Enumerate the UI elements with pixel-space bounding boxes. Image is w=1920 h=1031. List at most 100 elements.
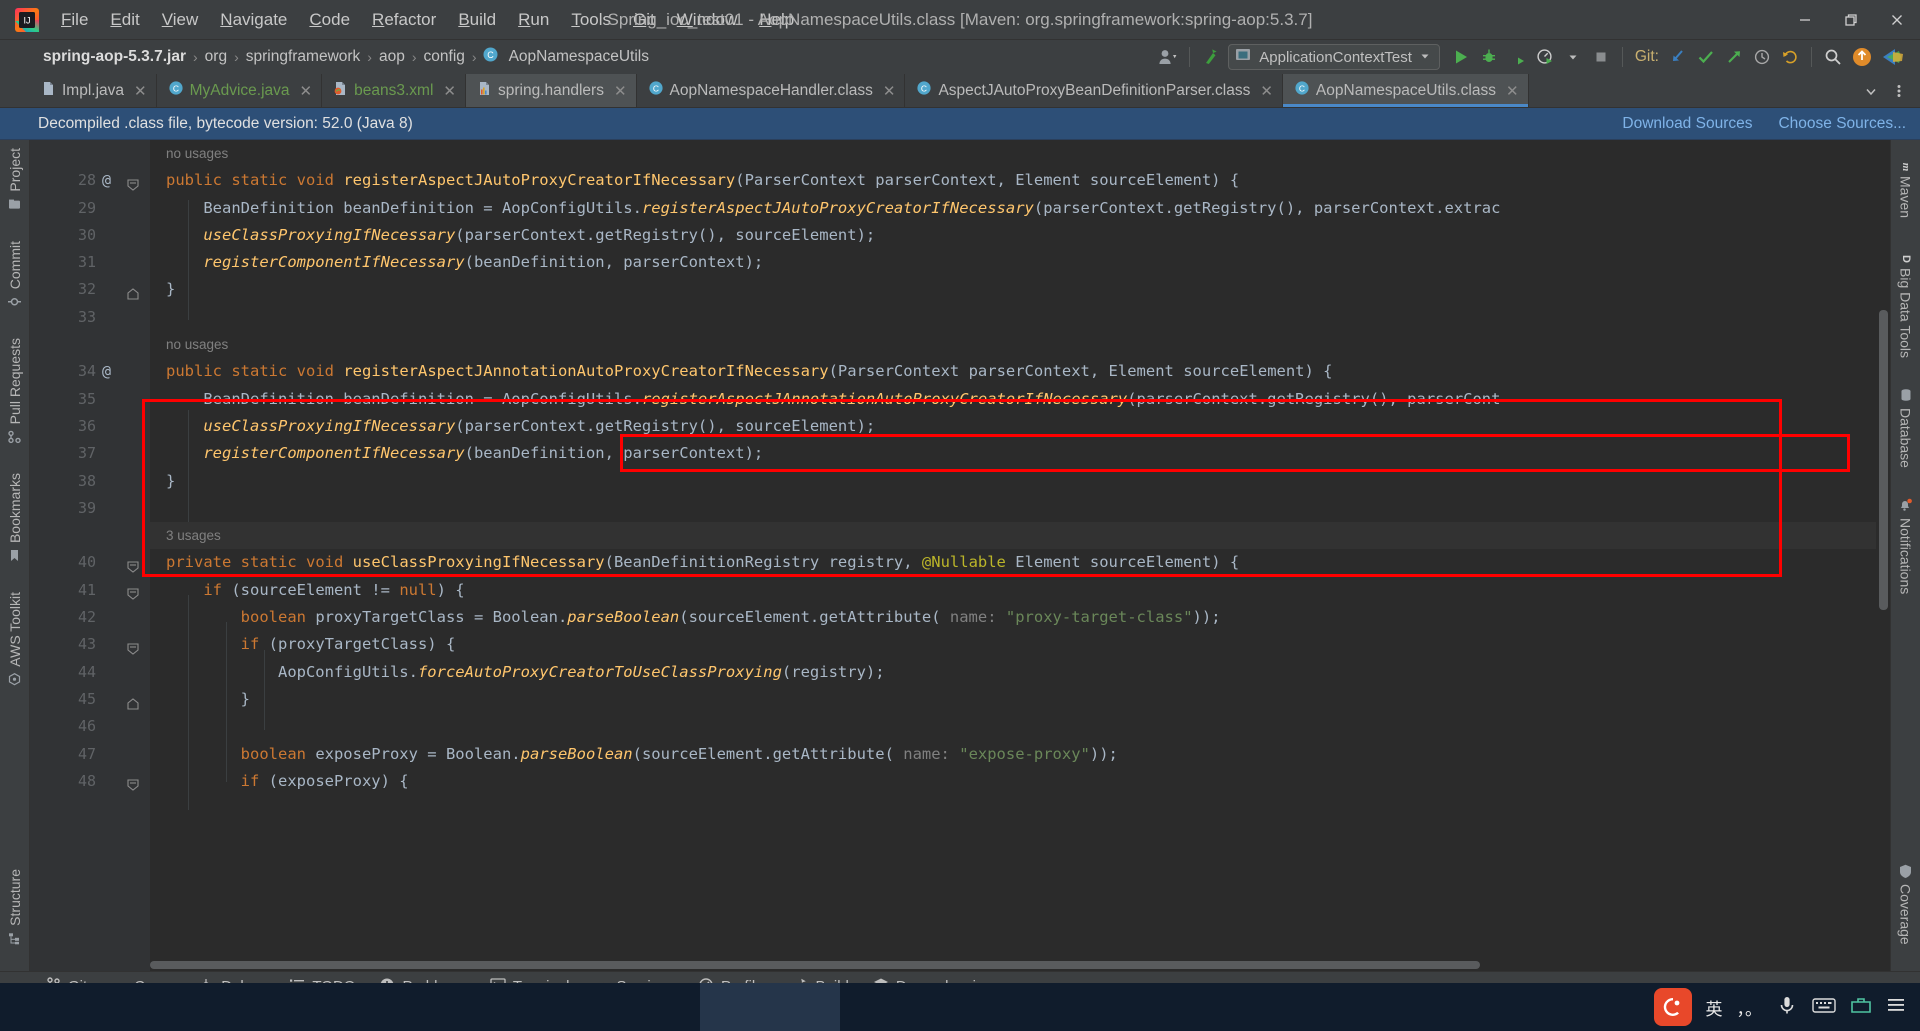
user-avatar-icon[interactable] (1155, 44, 1181, 70)
code-line-text[interactable]: registerComponentIfNecessary(beanDefinit… (166, 440, 763, 467)
sidebar-item-maven[interactable]: m Maven (1898, 148, 1914, 226)
menu-item-window[interactable]: Window (666, 6, 748, 34)
code-line-text[interactable]: boolean exposeProxy = Boolean.parseBoole… (166, 741, 1118, 768)
run-icon[interactable] (1448, 44, 1474, 70)
sidebar-item-project[interactable]: Project (7, 140, 23, 219)
code-fold-toggle[interactable] (126, 774, 140, 792)
maximize-button[interactable] (1828, 0, 1874, 40)
editor-tab-beans3-xml[interactable]: beans3.xml ✕ (322, 74, 466, 107)
ime-punctuation-indicator[interactable]: ，。 (1737, 995, 1763, 1020)
editor-line[interactable]: 33 (30, 304, 1890, 331)
taskbar-item[interactable] (140, 983, 280, 1031)
code-line-text[interactable]: public static void registerAspectJAnnota… (166, 358, 1333, 385)
taskbar-item-active[interactable] (700, 983, 840, 1031)
code-line-text[interactable]: } (166, 686, 250, 713)
editor-line[interactable]: 38} (30, 468, 1890, 495)
sidebar-item-bookmarks[interactable]: Bookmarks (7, 465, 23, 570)
taskbar-item[interactable] (280, 983, 420, 1031)
run-with-coverage-icon[interactable] (1504, 44, 1530, 70)
menu-item-run[interactable]: Run (507, 6, 560, 34)
sogou-input-icon[interactable] (1653, 988, 1692, 1026)
profiler-icon[interactable] (1532, 44, 1558, 70)
editor-line[interactable]: 28 @ public static void registerAspectJAut… (30, 167, 1890, 194)
editor-tab-aopnamespacehandler-class[interactable]: C AopNamespaceHandler.class ✕ (637, 74, 906, 107)
sidebar-item-coverage[interactable]: Coverage (1898, 856, 1914, 953)
code-fold-toggle[interactable] (126, 693, 140, 710)
sidebar-item-notifications[interactable]: Notifications (1898, 490, 1914, 602)
taskbar-item[interactable] (560, 983, 700, 1031)
editor-tab-myadvice-java[interactable]: C MyAdvice.java ✕ (157, 74, 323, 107)
code-line-text[interactable]: if (exposeProxy) { (166, 768, 409, 795)
scrollbar-thumb[interactable] (150, 961, 1480, 969)
editor-tab-spring-handlers[interactable]: spring.handlers ✕ (465, 74, 637, 107)
code-line-text[interactable]: useClassProxyingIfNecessary(parserContex… (166, 413, 875, 440)
code-line-text[interactable]: BeanDefinition beanDefinition = AopConfi… (166, 386, 1500, 413)
git-commit-icon[interactable] (1693, 44, 1719, 70)
code-line-text[interactable]: private static void useClassProxyingIfNe… (166, 549, 1239, 576)
git-update-icon[interactable] (1665, 44, 1691, 70)
breadcrumb-item-3[interactable]: aop (374, 46, 410, 68)
sidebar-item-structure[interactable]: Structure (7, 861, 23, 953)
editor-line[interactable]: 29 BeanDefinition beanDefinition = AopCo… (30, 195, 1890, 222)
override-marker-icon[interactable]: @ (102, 167, 111, 194)
editor-line[interactable]: 30 useClassProxyingIfNecessary(parserCon… (30, 222, 1890, 249)
choose-sources-link[interactable]: Choose Sources... (1778, 115, 1906, 133)
code-line-text[interactable]: public static void registerAspectJAutoPr… (166, 167, 1239, 194)
code-line-text[interactable]: BeanDefinition beanDefinition = AopConfi… (166, 195, 1500, 222)
editor-code-content[interactable]: no usages 28 @ public static void registerA… (30, 140, 1890, 971)
editor-line[interactable]: 44 AopConfigUtils.forceAutoProxyCreatorT… (30, 659, 1890, 686)
close-icon[interactable]: ✕ (130, 82, 147, 100)
editor-line[interactable]: 34 @ public static void registerAspectJAnn… (30, 358, 1890, 385)
code-line-text[interactable]: useClassProxyingIfNecessary(parserContex… (166, 222, 875, 249)
search-icon[interactable] (1820, 44, 1846, 70)
editor-line[interactable]: 39 (30, 495, 1890, 522)
code-line-text[interactable]: AopConfigUtils.forceAutoProxyCreatorToUs… (166, 659, 885, 686)
close-icon[interactable]: ✕ (879, 82, 896, 100)
keyboard-icon[interactable] (1812, 995, 1836, 1020)
close-icon[interactable]: ✕ (296, 82, 313, 100)
editor-line[interactable]: 43 if (proxyTargetClass) { (30, 631, 1890, 658)
menu-item-build[interactable]: Build (447, 6, 507, 34)
editor-line[interactable]: no usages (30, 331, 1890, 358)
breadcrumb-item-1[interactable]: org (200, 46, 232, 68)
code-line-text[interactable]: if (proxyTargetClass) { (166, 631, 456, 658)
stop-icon[interactable] (1588, 44, 1614, 70)
code-line-text[interactable]: if (sourceElement != null) { (166, 577, 464, 604)
chevron-down-icon[interactable] (1858, 78, 1884, 104)
editor-line[interactable]: 41 if (sourceElement != null) { (30, 577, 1890, 604)
sidebar-item-big-data-tools[interactable]: D Big Data Tools (1898, 240, 1914, 366)
sidebar-item-commit[interactable]: Commit (7, 233, 23, 316)
menu-item-git[interactable]: Git (622, 6, 666, 34)
editor-line[interactable]: 31 registerComponentIfNecessary(beanDefi… (30, 249, 1890, 276)
git-history-icon[interactable] (1749, 44, 1775, 70)
sidebar-item-pull-requests[interactable]: Pull Requests (7, 330, 23, 451)
editor-line[interactable]: 46 (30, 713, 1890, 740)
breadcrumb-item-0[interactable]: spring-aop-5.3.7.jar (38, 46, 191, 68)
sidebar-item-database[interactable]: Database (1898, 380, 1914, 476)
sidebar-item-aws-toolkit[interactable]: AWS Toolkit (7, 584, 23, 694)
menu-item-tools[interactable]: Tools (560, 6, 622, 34)
code-fold-toggle[interactable] (126, 556, 140, 573)
code-fold-toggle[interactable] (126, 174, 140, 191)
breadcrumb-item-5[interactable]: AopNamespaceUtils (504, 46, 654, 68)
update-project-icon[interactable] (1198, 44, 1226, 70)
breadcrumb-item-4[interactable]: config (419, 46, 470, 68)
breadcrumb-item-2[interactable]: springframework (241, 46, 366, 68)
minimize-button[interactable] (1782, 0, 1828, 40)
profiler-dropdown-icon[interactable] (1560, 44, 1586, 70)
close-icon[interactable]: ✕ (1502, 82, 1519, 100)
run-configuration-selector[interactable]: ApplicationContextTest (1228, 44, 1440, 70)
editor-line[interactable]: 37 registerComponentIfNecessary(beanDefi… (30, 440, 1890, 467)
tray-menu-icon[interactable] (1886, 996, 1906, 1019)
code-line-text[interactable]: registerComponentIfNecessary(beanDefinit… (166, 249, 763, 276)
download-sources-link[interactable]: Download Sources (1622, 115, 1752, 133)
menu-item-edit[interactable]: Edit (99, 6, 150, 34)
more-options-icon[interactable] (1886, 78, 1912, 104)
close-icon[interactable]: ✕ (1256, 82, 1273, 100)
share-icon[interactable] (1848, 44, 1876, 70)
git-rollback-icon[interactable] (1777, 44, 1803, 70)
editor-tab-aspectjautoproxybeandefinitionparser-class[interactable]: C AspectJAutoProxyBeanDefinitionParser.c… (905, 74, 1283, 107)
scrollbar-thumb[interactable] (1879, 310, 1888, 610)
code-fold-toggle[interactable] (126, 583, 140, 601)
menu-item-refactor[interactable]: Refactor (361, 6, 447, 34)
